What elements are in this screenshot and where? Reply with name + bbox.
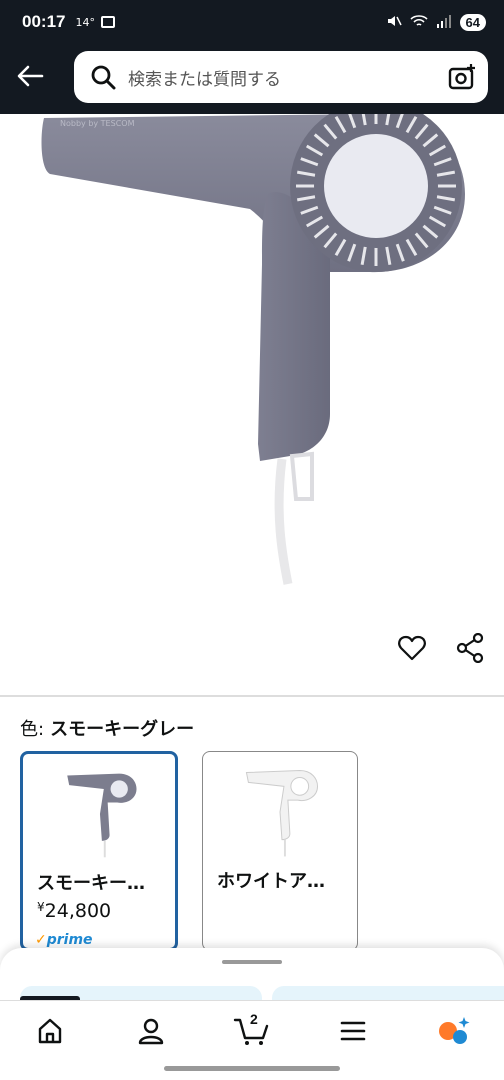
- swatch-name: ホワイトア…: [217, 871, 325, 892]
- product-image[interactable]: Nobby by TESCOM: [0, 100, 504, 634]
- status-temperature: 14°: [75, 15, 95, 29]
- bottom-sheet[interactable]: [0, 948, 504, 1008]
- product-brand-text: Nobby by TESCOM: [60, 119, 135, 128]
- color-label-prefix: 色:: [20, 719, 45, 740]
- color-selected-value: スモーキーグレー: [50, 719, 195, 740]
- battery-indicator: 64: [459, 13, 486, 31]
- mute-icon: [386, 13, 402, 32]
- wishlist-button[interactable]: [396, 632, 428, 664]
- prime-check-icon: ✓: [35, 932, 47, 948]
- prime-badge: ✓prime: [35, 932, 93, 948]
- image-actions: [396, 632, 486, 664]
- color-option-white[interactable]: ホワイトア…: [202, 751, 358, 951]
- back-arrow-icon: [17, 65, 44, 87]
- search-placeholder: 検索または質問する: [128, 69, 281, 90]
- nav-account[interactable]: [101, 1001, 202, 1060]
- price-value: 24,800: [44, 900, 112, 922]
- back-button[interactable]: [14, 60, 46, 92]
- nav-menu[interactable]: [302, 1001, 403, 1060]
- status-bar: 00:17 14° 64: [0, 0, 504, 44]
- nav-rufus[interactable]: [403, 1001, 504, 1060]
- sheet-drag-handle[interactable]: [222, 960, 282, 964]
- rufus-icon: [438, 1016, 470, 1044]
- nav-home[interactable]: [0, 1001, 101, 1060]
- gesture-bar: [164, 1066, 340, 1071]
- cart-count: 2: [249, 1011, 258, 1027]
- color-option-smoky-grey[interactable]: スモーキー… ¥24,800 ✓prime: [20, 751, 178, 951]
- bottom-nav: 2: [0, 1000, 504, 1060]
- share-icon: [456, 633, 484, 663]
- share-button[interactable]: [454, 632, 486, 664]
- wifi-icon: [409, 14, 428, 31]
- color-label: 色: スモーキーグレー: [20, 715, 194, 741]
- screenshot-icon: [100, 16, 115, 28]
- heart-icon: [398, 635, 426, 661]
- status-time: 00:17: [22, 12, 66, 31]
- home-icon: [39, 1018, 62, 1043]
- search-header: 検索または質問する: [0, 44, 504, 114]
- account-icon: [138, 1018, 164, 1044]
- status-right: 64: [386, 13, 486, 32]
- swatch-thumbnail: [67, 773, 137, 858]
- swatch-price: ¥24,800: [37, 900, 111, 922]
- prime-label: prime: [46, 932, 93, 948]
- section-divider: [0, 695, 504, 697]
- nav-cart[interactable]: 2: [202, 1001, 303, 1060]
- price-currency: ¥: [37, 900, 45, 914]
- signal-icon: [436, 14, 452, 31]
- search-icon: [91, 65, 116, 90]
- swatch-name: スモーキー…: [37, 873, 145, 894]
- camera-search-icon[interactable]: [448, 63, 476, 91]
- search-input[interactable]: 検索または質問する: [74, 51, 488, 103]
- menu-icon: [340, 1021, 366, 1040]
- swatch-thumbnail: [245, 770, 319, 857]
